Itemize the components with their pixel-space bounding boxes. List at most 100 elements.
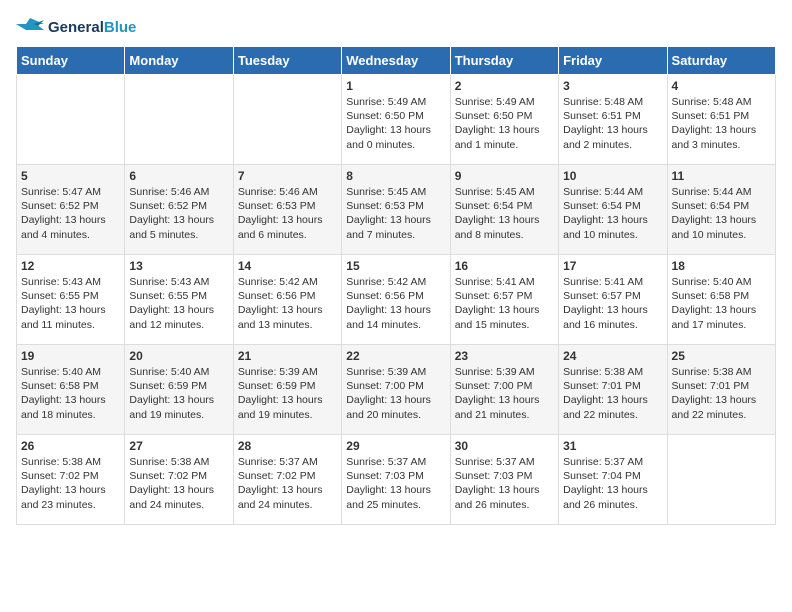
day-info: Sunrise: 5:39 AM Sunset: 6:59 PM Dayligh… (238, 365, 337, 422)
day-info: Sunrise: 5:37 AM Sunset: 7:04 PM Dayligh… (563, 455, 662, 512)
day-info: Sunrise: 5:40 AM Sunset: 6:58 PM Dayligh… (21, 365, 120, 422)
day-cell: 23Sunrise: 5:39 AM Sunset: 7:00 PM Dayli… (450, 345, 558, 435)
day-cell: 5 Sunrise: 5:47 AM Sunset: 6:52 PM Daylig… (17, 165, 125, 255)
day-number: 21 (238, 349, 337, 363)
day-number: 15 (346, 259, 445, 273)
column-header-thursday: Thursday (450, 47, 558, 75)
day-cell: 2 Sunrise: 5:49 AM Sunset: 6:50 PM Daylig… (450, 75, 558, 165)
day-info: Sunrise: 5:43 AM Sunset: 6:55 PM Dayligh… (129, 275, 228, 332)
week-row-4: 19 Sunrise: 5:40 AM Sunset: 6:58 PM Dayli… (17, 345, 776, 435)
day-number: 3 (563, 79, 662, 93)
day-number: 25 (672, 349, 771, 363)
day-cell: 12 Sunrise: 5:43 AM Sunset: 6:55 PM Dayli… (17, 255, 125, 345)
day-cell: 25 Sunrise: 5:38 AM Sunset: 7:01 PM Dayli… (667, 345, 775, 435)
day-cell (667, 435, 775, 525)
day-info: Sunrise: 5:42 AM Sunset: 6:56 PM Dayligh… (346, 275, 445, 332)
day-info: Sunrise: 5:37 AM Sunset: 7:03 PM Dayligh… (346, 455, 445, 512)
day-info: Sunrise: 5:38 AM Sunset: 7:01 PM Dayligh… (672, 365, 771, 422)
day-info: Sunrise: 5:41 AM Sunset: 6:57 PM Dayligh… (455, 275, 554, 332)
day-cell: 22 Sunrise: 5:39 AM Sunset: 7:00 PM Dayli… (342, 345, 450, 435)
day-info: Sunrise: 5:40 AM Sunset: 6:59 PM Dayligh… (129, 365, 228, 422)
day-number: 22 (346, 349, 445, 363)
day-info: Sunrise: 5:46 AM Sunset: 6:52 PM Dayligh… (129, 185, 228, 242)
day-info: Sunrise: 5:48 AM Sunset: 6:51 PM Dayligh… (563, 95, 662, 152)
day-number: 6 (129, 169, 228, 183)
day-info: Sunrise: 5:38 AM Sunset: 7:02 PM Dayligh… (21, 455, 120, 512)
day-cell: 4 Sunrise: 5:48 AM Sunset: 6:51 PM Daylig… (667, 75, 775, 165)
day-cell: 15 Sunrise: 5:42 AM Sunset: 6:56 PM Dayli… (342, 255, 450, 345)
column-header-saturday: Saturday (667, 47, 775, 75)
day-number: 8 (346, 169, 445, 183)
logo: GeneralBlue (16, 16, 136, 38)
day-cell: 16 Sunrise: 5:41 AM Sunset: 6:57 PM Dayli… (450, 255, 558, 345)
day-info: Sunrise: 5:44 AM Sunset: 6:54 PM Dayligh… (672, 185, 771, 242)
week-row-1: 1Sunrise: 5:49 AM Sunset: 6:50 PM Daylig… (17, 75, 776, 165)
day-info: Sunrise: 5:49 AM Sunset: 6:50 PM Dayligh… (346, 95, 445, 152)
day-number: 26 (21, 439, 120, 453)
day-cell: 26 Sunrise: 5:38 AM Sunset: 7:02 PM Dayli… (17, 435, 125, 525)
day-info: Sunrise: 5:45 AM Sunset: 6:53 PM Dayligh… (346, 185, 445, 242)
day-info: Sunrise: 5:44 AM Sunset: 6:54 PM Dayligh… (563, 185, 662, 242)
day-number: 18 (672, 259, 771, 273)
day-cell: 10 Sunrise: 5:44 AM Sunset: 6:54 PM Dayli… (559, 165, 667, 255)
day-cell: 13Sunrise: 5:43 AM Sunset: 6:55 PM Dayli… (125, 255, 233, 345)
day-cell: 9Sunrise: 5:45 AM Sunset: 6:54 PM Daylig… (450, 165, 558, 255)
day-info: Sunrise: 5:37 AM Sunset: 7:02 PM Dayligh… (238, 455, 337, 512)
day-cell: 11 Sunrise: 5:44 AM Sunset: 6:54 PM Dayli… (667, 165, 775, 255)
column-header-friday: Friday (559, 47, 667, 75)
day-cell: 1Sunrise: 5:49 AM Sunset: 6:50 PM Daylig… (342, 75, 450, 165)
day-info: Sunrise: 5:43 AM Sunset: 6:55 PM Dayligh… (21, 275, 120, 332)
day-info: Sunrise: 5:47 AM Sunset: 6:52 PM Dayligh… (21, 185, 120, 242)
day-number: 7 (238, 169, 337, 183)
day-cell: 28 Sunrise: 5:37 AM Sunset: 7:02 PM Dayli… (233, 435, 341, 525)
day-number: 29 (346, 439, 445, 453)
day-info: Sunrise: 5:40 AM Sunset: 6:58 PM Dayligh… (672, 275, 771, 332)
day-info: Sunrise: 5:48 AM Sunset: 6:51 PM Dayligh… (672, 95, 771, 152)
day-info: Sunrise: 5:49 AM Sunset: 6:50 PM Dayligh… (455, 95, 554, 152)
day-cell: 24Sunrise: 5:38 AM Sunset: 7:01 PM Dayli… (559, 345, 667, 435)
day-number: 4 (672, 79, 771, 93)
calendar-table: SundayMondayTuesdayWednesdayThursdayFrid… (16, 46, 776, 525)
day-number: 10 (563, 169, 662, 183)
day-info: Sunrise: 5:42 AM Sunset: 6:56 PM Dayligh… (238, 275, 337, 332)
day-cell: 30Sunrise: 5:37 AM Sunset: 7:03 PM Dayli… (450, 435, 558, 525)
day-cell: 3 Sunrise: 5:48 AM Sunset: 6:51 PM Daylig… (559, 75, 667, 165)
logo-icon (16, 16, 44, 38)
day-cell (233, 75, 341, 165)
day-number: 19 (21, 349, 120, 363)
day-number: 16 (455, 259, 554, 273)
day-number: 12 (21, 259, 120, 273)
day-cell: 17 Sunrise: 5:41 AM Sunset: 6:57 PM Dayli… (559, 255, 667, 345)
day-info: Sunrise: 5:41 AM Sunset: 6:57 PM Dayligh… (563, 275, 662, 332)
day-number: 28 (238, 439, 337, 453)
column-header-sunday: Sunday (17, 47, 125, 75)
week-row-2: 5 Sunrise: 5:47 AM Sunset: 6:52 PM Daylig… (17, 165, 776, 255)
day-number: 31 (563, 439, 662, 453)
day-info: Sunrise: 5:38 AM Sunset: 7:02 PM Dayligh… (129, 455, 228, 512)
day-info: Sunrise: 5:38 AM Sunset: 7:01 PM Dayligh… (563, 365, 662, 422)
column-header-monday: Monday (125, 47, 233, 75)
day-cell: 29 Sunrise: 5:37 AM Sunset: 7:03 PM Dayli… (342, 435, 450, 525)
day-info: Sunrise: 5:45 AM Sunset: 6:54 PM Dayligh… (455, 185, 554, 242)
logo-text: GeneralBlue (48, 19, 136, 36)
day-cell: 31 Sunrise: 5:37 AM Sunset: 7:04 PM Dayli… (559, 435, 667, 525)
day-cell: 8 Sunrise: 5:45 AM Sunset: 6:53 PM Daylig… (342, 165, 450, 255)
day-number: 11 (672, 169, 771, 183)
day-number: 14 (238, 259, 337, 273)
day-cell: 19 Sunrise: 5:40 AM Sunset: 6:58 PM Dayli… (17, 345, 125, 435)
day-cell (17, 75, 125, 165)
day-number: 27 (129, 439, 228, 453)
page-header: GeneralBlue (16, 16, 776, 38)
day-number: 17 (563, 259, 662, 273)
day-number: 5 (21, 169, 120, 183)
day-cell: 20Sunrise: 5:40 AM Sunset: 6:59 PM Dayli… (125, 345, 233, 435)
column-header-tuesday: Tuesday (233, 47, 341, 75)
column-header-wednesday: Wednesday (342, 47, 450, 75)
week-row-3: 12 Sunrise: 5:43 AM Sunset: 6:55 PM Dayli… (17, 255, 776, 345)
day-cell: 14 Sunrise: 5:42 AM Sunset: 6:56 PM Dayli… (233, 255, 341, 345)
week-row-5: 26 Sunrise: 5:38 AM Sunset: 7:02 PM Dayli… (17, 435, 776, 525)
day-number: 23 (455, 349, 554, 363)
day-info: Sunrise: 5:39 AM Sunset: 7:00 PM Dayligh… (346, 365, 445, 422)
day-cell: 7Sunrise: 5:46 AM Sunset: 6:53 PM Daylig… (233, 165, 341, 255)
day-number: 2 (455, 79, 554, 93)
